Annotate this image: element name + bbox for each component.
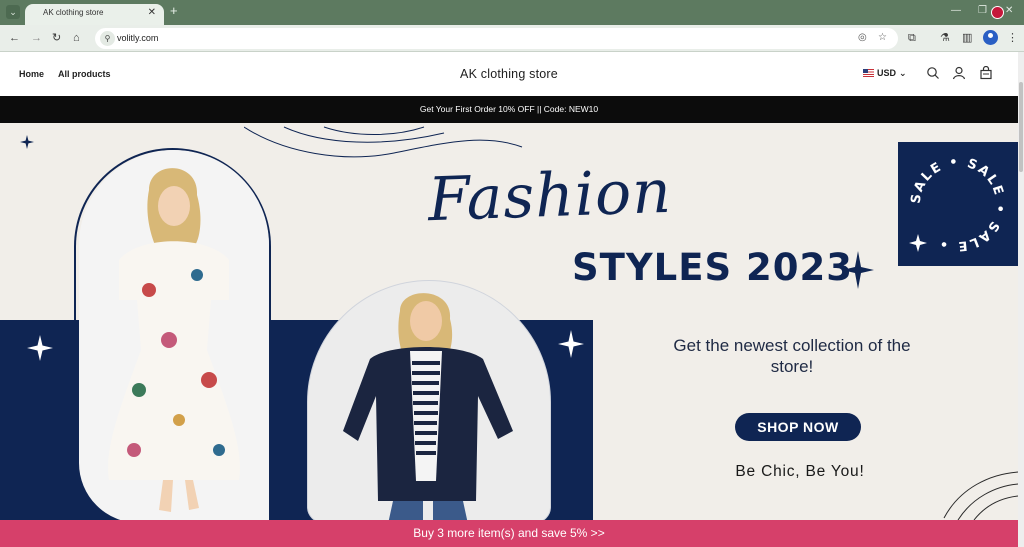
tab-title: AK clothing store xyxy=(43,8,104,17)
reload-icon[interactable]: ↻ xyxy=(52,31,61,45)
forward-arrow-icon[interactable]: → xyxy=(31,31,42,45)
window-close-button[interactable]: ✕ xyxy=(1005,5,1013,16)
profile-icon[interactable] xyxy=(983,30,998,45)
site-info-icon[interactable]: ⚲ xyxy=(100,31,115,46)
fashion-script-title: Fashion xyxy=(426,156,673,236)
chevron-down-icon: ⌄ xyxy=(899,68,907,78)
sale-badge-text: SALE • SALE • SALE • xyxy=(909,155,1006,254)
currency-selector[interactable]: USD ⌄ xyxy=(863,68,907,78)
decorative-curve-lines xyxy=(943,471,1018,520)
model-navy-cardigan-image xyxy=(307,280,551,520)
address-bar[interactable]: ⚲ volitly.com ◎ ☆ xyxy=(95,28,898,49)
sparkle-icon xyxy=(842,251,874,289)
scrollbar-thumb[interactable] xyxy=(1019,82,1023,172)
bundle-promo-bar[interactable]: Buy 3 more item(s) and save 5% >> xyxy=(0,520,1018,547)
account-icon[interactable] xyxy=(952,66,966,80)
gift-icon[interactable] xyxy=(991,6,1004,19)
us-flag-icon xyxy=(863,69,874,77)
sparkle-icon xyxy=(20,135,34,149)
hero-banner[interactable]: Fashion STYLES 2023 SALE • SALE • SALE •… xyxy=(0,123,1018,520)
flask-icon[interactable]: ⚗ xyxy=(940,31,950,45)
kebab-menu-icon[interactable]: ⋮ xyxy=(1007,31,1018,45)
store-header: Home All products AK clothing store USD … xyxy=(0,52,1018,96)
home-icon[interactable]: ⌂ xyxy=(73,31,80,45)
restore-button[interactable]: ❐ xyxy=(978,5,987,16)
hero-slogan: Be Chic, Be You! xyxy=(735,463,865,480)
browser-tab-strip: ⌄ AK clothing store ✕ + — ❐ ✕ xyxy=(0,0,1024,25)
announcement-bar: Get Your First Order 10% OFF || Code: NE… xyxy=(0,96,1018,123)
chevron-down-icon[interactable]: ⌄ xyxy=(6,5,20,19)
sparkle-icon xyxy=(558,330,584,358)
minimize-button[interactable]: — xyxy=(951,5,961,16)
shop-now-button[interactable]: SHOP NOW xyxy=(735,413,861,441)
puzzle-icon[interactable]: ⧉ xyxy=(908,31,916,45)
styles-2023-title: STYLES 2023 xyxy=(572,246,854,289)
sidebar-icon[interactable]: ▥ xyxy=(962,31,972,45)
back-arrow-icon[interactable]: ← xyxy=(9,31,20,45)
sale-badge[interactable]: SALE • SALE • SALE • xyxy=(898,142,1018,266)
star-icon[interactable]: ☆ xyxy=(878,32,887,43)
eye-off-icon[interactable]: ◎ xyxy=(858,32,867,43)
browser-tab[interactable]: AK clothing store ✕ xyxy=(25,4,164,25)
new-tab-button[interactable]: + xyxy=(170,4,178,18)
url-text[interactable]: volitly.com xyxy=(117,33,158,43)
close-icon[interactable]: ✕ xyxy=(148,7,156,18)
search-icon[interactable] xyxy=(926,66,940,80)
hero-tagline: Get the newest collection of the store! xyxy=(673,336,911,376)
browser-toolbar: ← → ↻ ⌂ ⚲ volitly.com ◎ ☆ ⧉ ⚗ ▥ ⋮ xyxy=(0,25,1024,52)
model-floral-dress-image xyxy=(79,150,269,520)
sparkle-icon xyxy=(27,335,53,361)
svg-text:SALE • SALE • SALE •: SALE • SALE • SALE • xyxy=(909,155,1008,254)
page-scrollbar[interactable] xyxy=(1018,52,1024,547)
bag-icon[interactable] xyxy=(979,66,993,80)
currency-label: USD xyxy=(877,68,897,78)
